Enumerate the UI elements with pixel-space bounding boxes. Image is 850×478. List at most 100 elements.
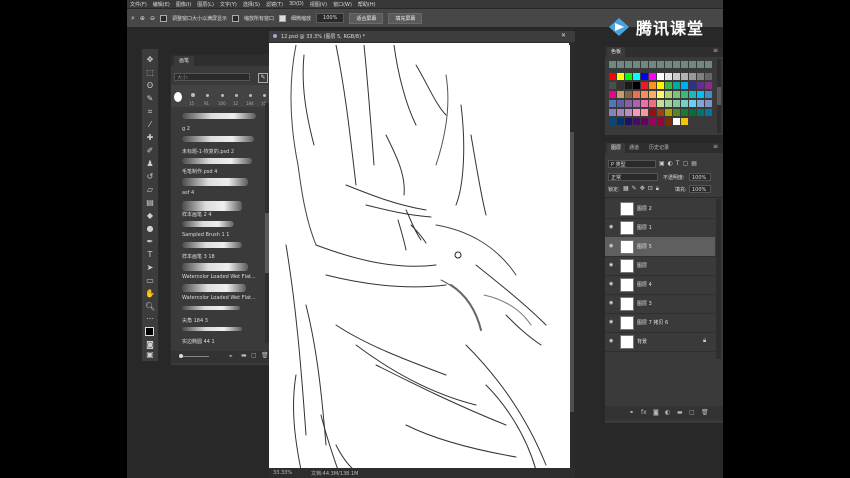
- type-tool-icon[interactable]: T: [145, 250, 155, 260]
- brush-settings-icon[interactable]: ✎: [258, 73, 268, 83]
- brush-size-field[interactable]: 大小:: [174, 73, 250, 81]
- brush-tip-3[interactable]: [206, 94, 209, 97]
- brush-tip-1[interactable]: [174, 92, 182, 102]
- swatch[interactable]: [617, 109, 624, 116]
- layer-filter-kind[interactable]: P 类型: [608, 160, 656, 168]
- swatch[interactable]: [657, 61, 664, 68]
- brush-preset-name[interactable]: 毛笔制作.psd 4: [182, 168, 217, 175]
- swatches-menu-icon[interactable]: ≡: [713, 47, 718, 54]
- brush-preset-name[interactable]: asf 4: [182, 190, 194, 196]
- quick-mask-icon[interactable]: ◙: [145, 340, 155, 350]
- menu-item-help[interactable]: 帮助(H): [358, 1, 376, 8]
- layer-row[interactable]: ◉ 图层: [605, 256, 715, 276]
- layer-row[interactable]: ◉ 图层 7 拷贝 6: [605, 313, 715, 333]
- tab-history[interactable]: 历史记录: [645, 143, 673, 153]
- eraser-tool-icon[interactable]: ▱: [145, 185, 155, 195]
- fit-screen-button[interactable]: 适合屏幕: [349, 12, 384, 24]
- swatch[interactable]: [673, 109, 680, 116]
- swatch[interactable]: [673, 91, 680, 98]
- resize-windows-checkbox[interactable]: [159, 14, 167, 22]
- swatch[interactable]: [657, 73, 664, 80]
- swatch[interactable]: [609, 61, 616, 68]
- brush-preset-name[interactable]: 尖角 184 3: [182, 317, 208, 324]
- menu-item-image[interactable]: 图像(I): [176, 1, 191, 8]
- brush-size-slider-handle[interactable]: [179, 354, 183, 358]
- swatches-scroll-thumb[interactable]: [717, 87, 721, 105]
- brush-cursor-icon[interactable]: ⌖: [229, 353, 232, 361]
- marquee-tool-icon[interactable]: ⬚: [145, 68, 155, 78]
- lock-icons[interactable]: ▦✎✥⊡🔒︎: [623, 185, 662, 193]
- swatch[interactable]: [689, 100, 696, 107]
- brush-folder-icon[interactable]: ▬: [241, 352, 247, 359]
- zoom-out-icon[interactable]: ⊖: [150, 15, 155, 22]
- swatch[interactable]: [609, 109, 616, 116]
- swatch[interactable]: [625, 100, 632, 107]
- screen-mode-icon[interactable]: ▣: [145, 350, 155, 360]
- swatch[interactable]: [681, 91, 688, 98]
- swatch[interactable]: [633, 100, 640, 107]
- swatch[interactable]: [649, 82, 656, 89]
- visibility-eye-icon[interactable]: ◉: [609, 262, 613, 268]
- adjustment-layer-icon[interactable]: ◐: [665, 409, 670, 416]
- swatch[interactable]: [609, 73, 616, 80]
- swatch[interactable]: [665, 82, 672, 89]
- swatch[interactable]: [681, 100, 688, 107]
- swatch[interactable]: [681, 61, 688, 68]
- swatch[interactable]: [633, 73, 640, 80]
- layer-row[interactable]: ◉ 背景 🔒︎: [605, 332, 715, 352]
- swatch[interactable]: [617, 82, 624, 89]
- swatch[interactable]: [625, 61, 632, 68]
- layer-row[interactable]: 图层 2: [605, 199, 715, 219]
- swatch[interactable]: [673, 100, 680, 107]
- tab-layers[interactable]: 图层: [607, 143, 626, 153]
- brush-tip-2[interactable]: [191, 93, 195, 97]
- swatch[interactable]: [625, 91, 632, 98]
- swatch[interactable]: [641, 118, 648, 125]
- drawing-canvas[interactable]: [276, 45, 570, 470]
- dodge-tool-icon[interactable]: ●: [145, 224, 155, 234]
- swatch[interactable]: [657, 82, 664, 89]
- brush-new-icon[interactable]: ▢: [251, 352, 257, 359]
- brush-tip-7[interactable]: [263, 94, 266, 97]
- swatch[interactable]: [665, 100, 672, 107]
- swatch[interactable]: [697, 109, 704, 116]
- brush-stroke-preview[interactable]: [182, 221, 234, 227]
- brush-tip-6[interactable]: [249, 94, 252, 97]
- visibility-eye-icon[interactable]: ◉: [609, 300, 613, 306]
- swatch[interactable]: [625, 109, 632, 116]
- brush-stroke-preview[interactable]: [182, 136, 254, 142]
- menu-item-type[interactable]: 文字(Y): [220, 1, 237, 8]
- swatch[interactable]: [665, 109, 672, 116]
- visibility-eye-icon[interactable]: ◉: [609, 243, 613, 249]
- brush-stroke-preview[interactable]: [182, 242, 242, 248]
- swatch[interactable]: [665, 61, 672, 68]
- swatch[interactable]: [689, 82, 696, 89]
- swatch[interactable]: [705, 91, 712, 98]
- layer-filter-icons[interactable]: ▣◐T▢▤: [659, 160, 700, 167]
- swatch[interactable]: [657, 109, 664, 116]
- swatch[interactable]: [617, 73, 624, 80]
- add-mask-icon[interactable]: ◙: [653, 409, 659, 416]
- menu-item-layer[interactable]: 图层(L): [197, 1, 214, 8]
- menu-item-edit[interactable]: 编辑(E): [153, 1, 170, 8]
- menu-item-view[interactable]: 视图(V): [310, 1, 327, 8]
- swatch[interactable]: [665, 91, 672, 98]
- swatch[interactable]: [665, 73, 672, 80]
- swatch[interactable]: [633, 82, 640, 89]
- layer-row[interactable]: ◉ 图层 5: [605, 237, 715, 257]
- brush-preset-name[interactable]: 未标题-1-恢复的.psd 2: [182, 148, 234, 155]
- brush-size-slider[interactable]: [179, 356, 209, 357]
- swatch[interactable]: [681, 73, 688, 80]
- swatch[interactable]: [673, 118, 680, 125]
- swatch[interactable]: [625, 73, 632, 80]
- swatch[interactable]: [697, 82, 704, 89]
- brush-preset-name[interactable]: Sampled Brush 1 1: [182, 232, 229, 238]
- delete-layer-icon[interactable]: 🗑︎: [701, 409, 709, 416]
- hand-tool-icon[interactable]: ✋: [145, 289, 155, 299]
- swatch[interactable]: [665, 118, 672, 125]
- document-scroll-thumb[interactable]: [570, 132, 574, 412]
- swatch[interactable]: [657, 100, 664, 107]
- brush-stroke-preview[interactable]: [182, 158, 252, 164]
- swatch[interactable]: [625, 118, 632, 125]
- zoom-all-windows-checkbox[interactable]: [232, 14, 239, 22]
